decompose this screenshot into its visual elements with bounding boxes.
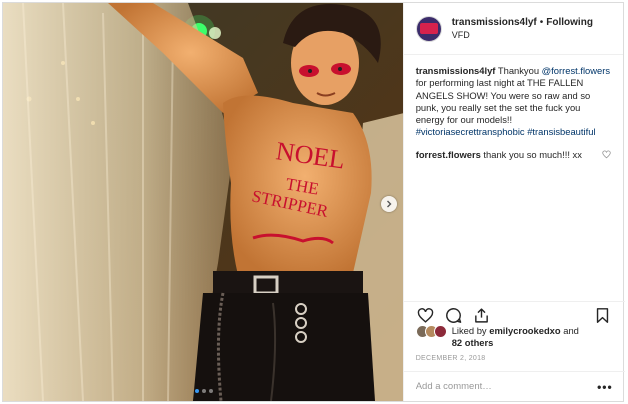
header-separator: •: [539, 16, 544, 28]
likes-others-link[interactable]: 82 others: [452, 337, 579, 349]
caption: transmissions4lyf Thankyou @forrest.flow…: [416, 65, 611, 139]
carousel-indicator: [3, 389, 403, 393]
follow-button[interactable]: Following: [546, 16, 593, 29]
comment-username[interactable]: forrest.flowers: [416, 149, 481, 160]
share-button[interactable]: [472, 306, 492, 326]
comment-text: thank you so much!!! xx: [480, 148, 582, 160]
comment-input[interactable]: [415, 381, 598, 392]
post-card: NOEL THE STRIPPER transmissions4lyf • Fo…: [2, 2, 625, 402]
carousel-dot-3: [208, 389, 213, 393]
save-button[interactable]: [593, 306, 613, 326]
caption-text-1: Thankyou: [495, 65, 542, 76]
carousel-dot-1: [194, 389, 199, 393]
likes-summary: Liked by emilycrookedxo and 82 others: [415, 325, 616, 349]
post-photo[interactable]: NOEL THE STRIPPER: [3, 3, 403, 401]
caption-username[interactable]: transmissions4lyf: [416, 65, 496, 76]
comments-section: transmissions4lyf Thankyou @forrest.flow…: [404, 55, 623, 401]
action-bar: [403, 301, 625, 326]
liker-avatars: [415, 325, 448, 339]
header-username[interactable]: transmissions4lyf: [452, 16, 537, 29]
add-comment-bar: •••: [403, 371, 625, 401]
carousel-dot-2: [201, 389, 206, 393]
more-options-button[interactable]: •••: [597, 380, 613, 394]
chevron-right-icon: [387, 200, 392, 208]
likes-prefix: Liked by: [451, 325, 490, 336]
likes-user-link[interactable]: emilycrookedxo: [489, 325, 560, 336]
comment-bubble-icon: [446, 308, 462, 323]
heart-icon: [417, 308, 434, 323]
comment-item: forrest.flowers thank you so much!!! xx: [416, 149, 611, 161]
like-button[interactable]: [416, 306, 436, 326]
post-side-panel: transmissions4lyf • Following VFD transm…: [402, 3, 625, 401]
avatar[interactable]: [415, 15, 442, 42]
comment-like-button[interactable]: [602, 150, 611, 162]
carousel-next-button[interactable]: [381, 196, 397, 212]
location-link[interactable]: VFD: [452, 29, 593, 42]
post-date[interactable]: DECEMBER 2, 2018: [416, 355, 486, 362]
likes-middle: and: [560, 325, 579, 336]
comment-button[interactable]: [444, 306, 464, 326]
small-heart-icon: [602, 150, 611, 159]
bookmark-icon: [597, 308, 609, 323]
photo-scene: NOEL THE STRIPPER: [3, 3, 403, 401]
caption-hashtags[interactable]: #victoriasecrettransphobic #transisbeaut…: [416, 126, 611, 138]
share-icon: [475, 308, 489, 323]
liker-avatar: [433, 325, 447, 338]
caption-text-2: for performing last night at THE FALLEN …: [415, 77, 591, 126]
post-header: transmissions4lyf • Following VFD: [403, 3, 623, 55]
caption-mention-link[interactable]: @forrest.flowers: [542, 65, 610, 76]
